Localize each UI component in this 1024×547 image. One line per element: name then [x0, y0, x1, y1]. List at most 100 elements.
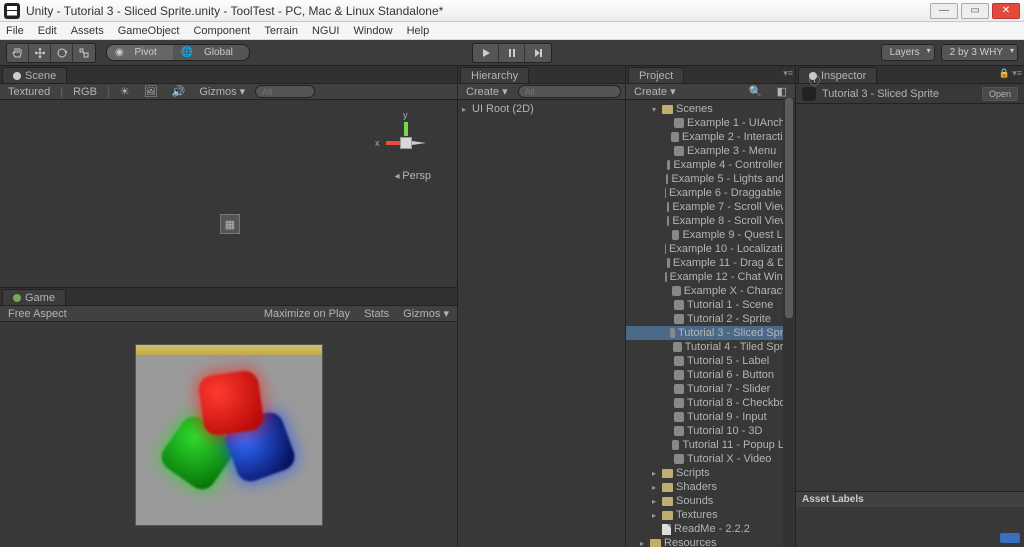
project-item-label: Example 2 - Interaction	[682, 131, 795, 143]
aspect-dropdown[interactable]: Free Aspect	[4, 308, 71, 320]
hierarchy-search-input[interactable]	[518, 85, 621, 98]
project-filter-icon[interactable]: ◧	[773, 85, 791, 98]
orientation-gizmo[interactable]: y x	[383, 120, 429, 166]
lock-icon[interactable]: 🔒 ▾≡	[999, 68, 1022, 79]
projection-label[interactable]: ◂ Persp	[394, 170, 431, 182]
play-controls	[472, 43, 552, 63]
hierarchy-tab[interactable]: Hierarchy	[460, 67, 529, 83]
menu-gameobject[interactable]: GameObject	[118, 25, 180, 37]
project-tab[interactable]: Project	[628, 67, 684, 83]
maximize-button[interactable]: ▭	[961, 3, 989, 19]
scene-icon	[13, 72, 21, 80]
project-item[interactable]: Tutorial 4 - Tiled Sprite	[626, 340, 795, 354]
menu-window[interactable]: Window	[353, 25, 392, 37]
project-item[interactable]: ▾Scenes	[626, 102, 795, 116]
y-axis-label: y	[403, 110, 408, 120]
project-item[interactable]: Example 7 - Scroll View (	[626, 200, 795, 214]
menu-edit[interactable]: Edit	[38, 25, 57, 37]
project-item[interactable]: Tutorial 9 - Input	[626, 410, 795, 424]
handle-position-toggle[interactable]: ◉ Pivot 🌐 Global	[106, 44, 250, 61]
scene-search-input[interactable]	[255, 85, 315, 98]
menu-ngui[interactable]: NGUI	[312, 25, 340, 37]
scene-fx-toggle[interactable]: 🔊	[168, 85, 190, 98]
asset-label-add-icon[interactable]	[1000, 533, 1020, 543]
project-item[interactable]: ▸Sounds	[626, 494, 795, 508]
scene-gizmos-dropdown[interactable]: Gizmos ▾	[195, 85, 249, 98]
open-asset-button[interactable]: Open	[982, 87, 1018, 101]
scene-draw-mode-dropdown[interactable]: Textured	[4, 86, 54, 98]
project-item[interactable]: ▸Textures	[626, 508, 795, 522]
project-item-label: Example 3 - Menu	[687, 145, 776, 157]
inspector-tab[interactable]: ⓘInspector	[798, 67, 877, 83]
hierarchy-item[interactable]: ▸UI Root (2D)	[458, 102, 625, 116]
scene-object-icon[interactable]: ▦	[220, 214, 240, 234]
project-item[interactable]: Tutorial 7 - Slider	[626, 382, 795, 396]
layers-dropdown[interactable]: Layers	[881, 44, 935, 61]
project-item[interactable]: Tutorial 2 - Sprite	[626, 312, 795, 326]
project-item[interactable]: Example 6 - Draggable W	[626, 186, 795, 200]
project-item[interactable]: ▸Resources	[626, 536, 795, 547]
scene-render-mode-dropdown[interactable]: RGB	[69, 86, 101, 98]
panel-options-button[interactable]: ▾≡	[783, 68, 793, 79]
gizmo-cube-icon[interactable]	[400, 137, 412, 149]
project-item[interactable]: Tutorial 10 - 3D	[626, 424, 795, 438]
hand-tool-button[interactable]	[7, 44, 29, 62]
project-item[interactable]: Tutorial X - Video	[626, 452, 795, 466]
project-item[interactable]: Example 3 - Menu	[626, 144, 795, 158]
scale-tool-button[interactable]	[73, 44, 95, 62]
project-item[interactable]: Example 4 - Controller In	[626, 158, 795, 172]
x-axis-icon[interactable]	[386, 141, 400, 145]
project-item-label: Example 7 - Scroll View (	[672, 201, 795, 213]
project-item[interactable]: Example 10 - Localization	[626, 242, 795, 256]
scene-viewport[interactable]: y x ◂ Persp ▦	[0, 100, 457, 287]
project-item[interactable]: Tutorial 1 - Scene	[626, 298, 795, 312]
project-item[interactable]: Example 9 - Quest Log	[626, 228, 795, 242]
project-item[interactable]: Example 8 - Scroll View (	[626, 214, 795, 228]
game-gizmos-dropdown[interactable]: Gizmos ▾	[399, 307, 453, 320]
scene-audio-toggle[interactable]: 🖼	[140, 85, 162, 98]
y-axis-icon[interactable]	[404, 122, 408, 136]
project-item[interactable]: ▸Scripts	[626, 466, 795, 480]
project-scrollbar[interactable]	[783, 98, 795, 547]
project-item[interactable]: ReadMe - 2.2.2	[626, 522, 795, 536]
project-item[interactable]: Example 1 - UIAnchor	[626, 116, 795, 130]
project-item[interactable]: Tutorial 6 - Button	[626, 368, 795, 382]
project-item[interactable]: Example 11 - Drag & Dro	[626, 256, 795, 270]
project-item-label: Sounds	[676, 495, 713, 507]
maximize-on-play-toggle[interactable]: Maximize on Play	[260, 308, 354, 320]
project-item[interactable]: Example 2 - Interaction	[626, 130, 795, 144]
pause-button[interactable]	[499, 44, 525, 62]
menu-component[interactable]: Component	[193, 25, 250, 37]
layout-dropdown[interactable]: 2 by 3 WHY	[941, 44, 1018, 61]
asset-labels-header[interactable]: Asset Labels	[796, 491, 1024, 507]
scrollbar-thumb[interactable]	[785, 98, 793, 318]
scene-lighting-toggle[interactable]: ☀	[116, 85, 134, 98]
z-axis-icon[interactable]	[412, 141, 426, 145]
project-item-label: Example 9 - Quest Log	[682, 229, 795, 241]
step-button[interactable]	[525, 44, 551, 62]
menu-terrain[interactable]: Terrain	[264, 25, 298, 37]
stats-toggle[interactable]: Stats	[360, 308, 393, 320]
project-item[interactable]: Tutorial 11 - Popup List	[626, 438, 795, 452]
project-item[interactable]: ▸Shaders	[626, 480, 795, 494]
project-item[interactable]: Tutorial 8 - Checkbox	[626, 396, 795, 410]
project-create-dropdown[interactable]: Create ▾	[630, 85, 680, 98]
project-item[interactable]: Example 5 - Lights and R	[626, 172, 795, 186]
main-menubar: File Edit Assets GameObject Component Te…	[0, 22, 1024, 40]
move-tool-button[interactable]	[29, 44, 51, 62]
close-button[interactable]: ✕	[992, 3, 1020, 19]
minimize-button[interactable]: —	[930, 3, 958, 19]
project-search-icon[interactable]: 🔍	[745, 85, 767, 98]
play-button[interactable]	[473, 44, 499, 62]
menu-file[interactable]: File	[6, 25, 24, 37]
project-item[interactable]: Tutorial 5 - Label	[626, 354, 795, 368]
menu-assets[interactable]: Assets	[71, 25, 104, 37]
menu-help[interactable]: Help	[407, 25, 430, 37]
project-item[interactable]: Example 12 - Chat Windo	[626, 270, 795, 284]
game-tab[interactable]: Game	[2, 289, 66, 305]
project-item[interactable]: Example X - Character	[626, 284, 795, 298]
hierarchy-create-dropdown[interactable]: Create ▾	[462, 85, 512, 98]
scene-tab[interactable]: Scene	[2, 67, 67, 83]
rotate-tool-button[interactable]	[51, 44, 73, 62]
project-item[interactable]: Tutorial 3 - Sliced Sprite	[626, 326, 795, 340]
